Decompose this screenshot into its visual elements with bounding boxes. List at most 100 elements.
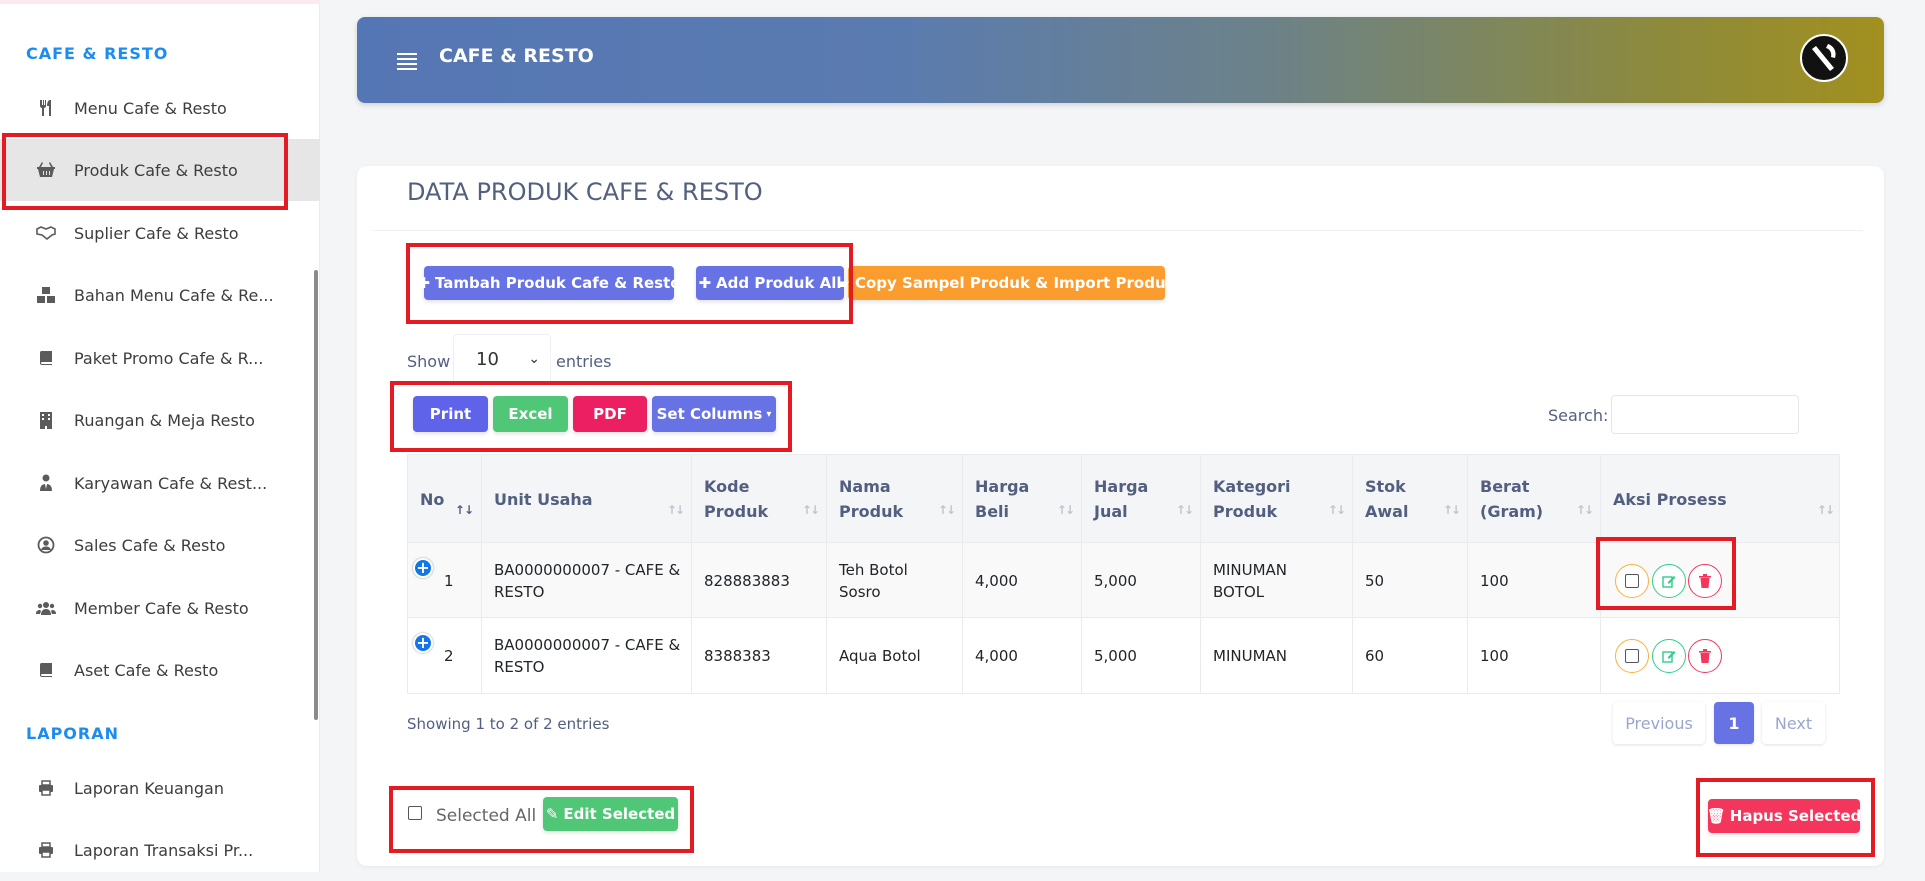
sort-icon: ↑↓ — [1442, 503, 1461, 517]
plus-icon: ✚ — [698, 274, 712, 292]
column-header-no[interactable]: No ↑↓ — [408, 455, 482, 543]
trash-icon[interactable] — [1688, 564, 1722, 598]
cell-berat: 100 — [1468, 543, 1601, 618]
selected-all-checkbox[interactable] — [408, 806, 422, 820]
sidebar-item-label: Paket Promo Cafe & R... — [74, 348, 264, 368]
sort-icon: ↑↓ — [454, 503, 474, 517]
sidebar-scrollbar[interactable] — [314, 270, 318, 720]
sidebar-item-label: Member Cafe & Resto — [74, 598, 249, 618]
sidebar-item-sales[interactable]: Sales Cafe & Resto — [0, 514, 320, 576]
sidebar-item-label: Laporan Keuangan — [74, 778, 224, 798]
add-produk-all-button[interactable]: ✚ Add Produk All — [696, 266, 844, 300]
hamburger-menu-icon[interactable] — [397, 53, 417, 70]
table-row: + 1 BA0000000007 - CAFE & RESTO 82888388… — [408, 543, 1839, 618]
sort-icon: ↑↓ — [1175, 503, 1194, 517]
cell-harga-beli: 4,000 — [963, 618, 1082, 693]
search-label: Search: — [1548, 406, 1609, 425]
page-1-button[interactable]: 1 — [1714, 702, 1754, 744]
set-columns-button[interactable]: Set Columns ▾ — [652, 396, 776, 432]
sort-icon: ↑↓ — [1056, 503, 1075, 517]
sidebar-item-menu[interactable]: Menu Cafe & Resto — [0, 77, 320, 139]
cell-nama: Aqua Botol — [827, 618, 963, 693]
sidebar-section-cafe: CAFE & RESTO — [26, 44, 169, 63]
sidebar-item-paket-promo[interactable]: Paket Promo Cafe & R... — [0, 327, 320, 389]
sort-icon: ↑↓ — [1327, 503, 1346, 517]
select-row-checkbox[interactable] — [1615, 564, 1649, 598]
column-header-kode-produk[interactable]: Kode Produk ↑↓ — [692, 455, 827, 543]
cell-unit-usaha: BA0000000007 - CAFE & RESTO — [482, 543, 692, 618]
sort-icon: ↑↓ — [937, 503, 956, 517]
sidebar-item-label: Karyawan Cafe & Rest... — [74, 473, 268, 493]
column-header-nama-produk[interactable]: Nama Produk ↑↓ — [827, 455, 963, 543]
entries-select[interactable]: 10 ⌄ — [453, 334, 551, 384]
book-icon — [36, 660, 56, 680]
sidebar-item-aset[interactable]: Aset Cafe & Resto — [0, 639, 320, 701]
column-header-aksi[interactable]: Aksi Prosess ↑↓ — [1601, 455, 1841, 543]
column-header-unit-usaha[interactable]: Unit Usaha ↑↓ — [482, 455, 692, 543]
cell-kode: 828883883 — [692, 543, 827, 618]
column-header-harga-beli[interactable]: Harga Beli ↑↓ — [963, 455, 1082, 543]
sidebar-item-karyawan[interactable]: Karyawan Cafe & Rest... — [0, 452, 320, 514]
cell-kategori: MINUMAN BOTOL — [1201, 543, 1353, 618]
search-input[interactable] — [1611, 395, 1799, 434]
chevron-down-icon: ⌄ — [528, 351, 540, 367]
sidebar-item-laporan-keuangan[interactable]: Laporan Keuangan — [0, 757, 320, 819]
expand-row-icon[interactable]: + — [413, 558, 433, 578]
sidebar-item-label: Produk Cafe & Resto — [74, 160, 238, 180]
sidebar-item-member[interactable]: Member Cafe & Resto — [0, 577, 320, 639]
hapus-selected-button[interactable]: 🗑 Hapus Selected — [1706, 799, 1861, 833]
cell-nama: Teh Botol Sosro — [827, 543, 963, 618]
sort-icon: ↑↓ — [666, 503, 685, 517]
sidebar-item-label: Bahan Menu Cafe & Re... — [74, 285, 274, 305]
table-row: + 2 BA0000000007 - CAFE & RESTO 8388383 … — [408, 618, 1839, 693]
plus-icon: ✚ — [417, 274, 430, 292]
edit-icon[interactable] — [1652, 639, 1686, 673]
cell-kategori: MINUMAN — [1201, 618, 1353, 693]
pdf-button[interactable]: PDF — [573, 396, 647, 432]
excel-button[interactable]: Excel — [493, 396, 568, 432]
cell-harga-jual: 5,000 — [1082, 543, 1201, 618]
book-icon: ▰ — [837, 274, 849, 292]
table-info: Showing 1 to 2 of 2 entries — [407, 715, 610, 733]
select-row-checkbox[interactable] — [1615, 639, 1649, 673]
avatar[interactable] — [1800, 34, 1848, 82]
sidebar-item-ruangan[interactable]: Ruangan & Meja Resto — [0, 389, 320, 451]
next-button[interactable]: Next — [1762, 702, 1825, 744]
handshake-icon — [36, 223, 56, 243]
column-header-kategori[interactable]: Kategori Produk ↑↓ — [1201, 455, 1353, 543]
divider — [373, 230, 1863, 231]
sidebar-item-label: Laporan Transaksi Pr... — [74, 840, 254, 860]
trash-icon: 🗑 — [1706, 807, 1726, 825]
sidebar-item-bahan[interactable]: Bahan Menu Cafe & Re... — [0, 264, 320, 326]
header-title: CAFE & RESTO — [439, 45, 594, 67]
edit-icon[interactable] — [1652, 564, 1686, 598]
sidebar-item-suplier[interactable]: Suplier Cafe & Resto — [0, 202, 320, 264]
cell-aksi — [1601, 543, 1841, 618]
copy-sampel-import-button[interactable]: ▰ Copy Sampel Produk & Import Produk — [837, 266, 1176, 300]
cell-harga-beli: 4,000 — [963, 543, 1082, 618]
column-header-berat[interactable]: Berat (Gram) ↑↓ — [1468, 455, 1601, 543]
user-tie-icon — [36, 473, 56, 493]
sidebar-topline — [0, 0, 320, 4]
column-header-stok-awal[interactable]: Stok Awal ↑↓ — [1353, 455, 1468, 543]
trash-icon[interactable] — [1688, 639, 1722, 673]
sidebar-item-produk[interactable]: Produk Cafe & Resto — [0, 139, 320, 201]
cell-harga-jual: 5,000 — [1082, 618, 1201, 693]
edit-selected-button[interactable]: ✎ Edit Selected — [543, 797, 678, 831]
expand-row-icon[interactable]: + — [413, 633, 433, 653]
basket-icon — [36, 160, 56, 180]
printer-icon — [36, 778, 56, 798]
previous-button[interactable]: Previous — [1613, 702, 1705, 744]
print-button[interactable]: Print — [413, 396, 488, 432]
sidebar-section-laporan: LAPORAN — [26, 724, 119, 743]
product-table: No ↑↓ Unit Usaha ↑↓ Kode Produk ↑↓ Nama … — [407, 454, 1840, 694]
page-title: DATA PRODUK CAFE & RESTO — [407, 178, 763, 206]
printer-icon — [36, 840, 56, 860]
top-header: CAFE & RESTO — [357, 17, 1884, 103]
cell-kode: 8388383 — [692, 618, 827, 693]
sidebar-item-label: Menu Cafe & Resto — [74, 98, 227, 118]
column-header-harga-jual[interactable]: Harga Jual ↑↓ — [1082, 455, 1201, 543]
utensils-icon — [36, 98, 56, 118]
show-label: Show — [407, 352, 451, 371]
tambah-produk-button[interactable]: ✚ Tambah Produk Cafe & Resto — [417, 266, 681, 300]
